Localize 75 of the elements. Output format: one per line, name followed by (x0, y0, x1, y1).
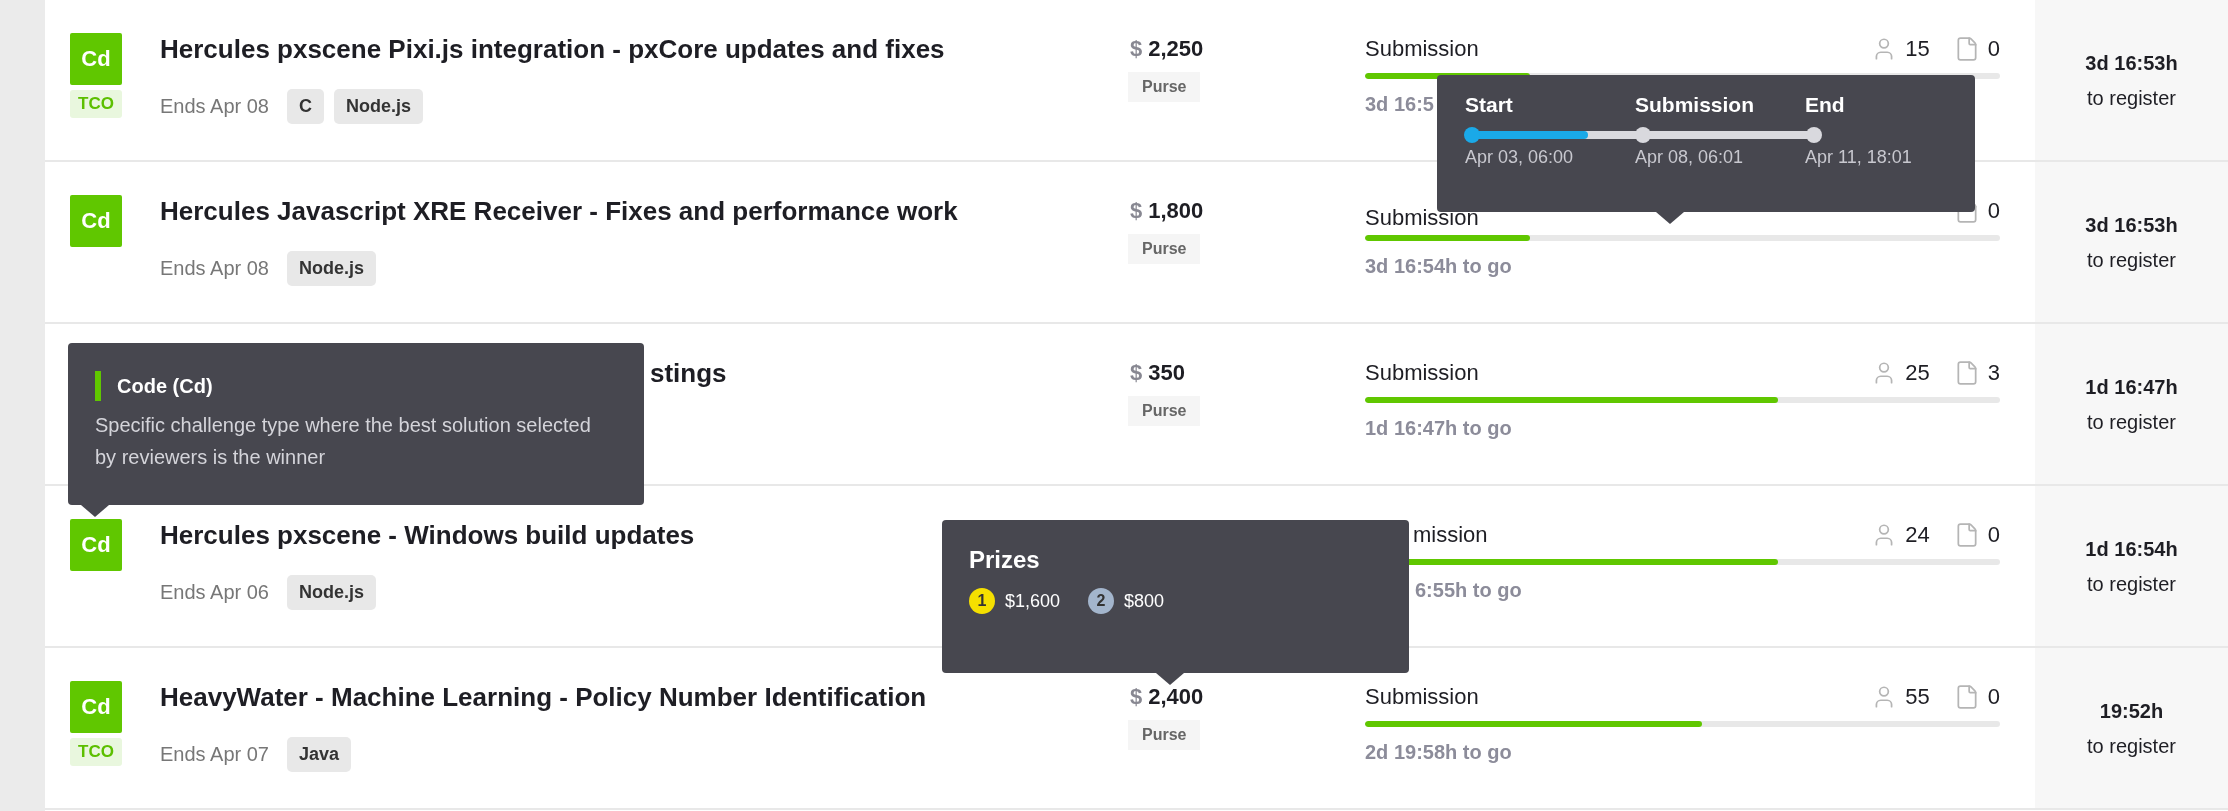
end-date: Ends Apr 08 (160, 257, 269, 280)
type-badge: Cd (70, 681, 122, 733)
registrant-count: 15 (1905, 36, 1930, 62)
currency-sign: $ (1130, 198, 1143, 224)
purse-label: Purse (1128, 234, 1201, 264)
end-date: Ends Apr 06 (160, 581, 269, 604)
registrant-count: 24 (1905, 522, 1930, 548)
tco-badge: TCO (70, 90, 122, 118)
place-badge: 1 (969, 588, 995, 614)
time-left: 3d 16:5 (1365, 93, 1434, 116)
purse-label: Purse (1128, 720, 1201, 750)
submission-count: 0 (1987, 36, 2000, 62)
register-time: 1d 16:47h (2085, 376, 2178, 399)
phase-label: Submission (1365, 684, 1479, 710)
challenge-title[interactable]: Hercules pxscene Pixi.js integration - pxCore updates and fixes (160, 34, 1115, 65)
timeline-date: Apr 03, 06:00 (1465, 147, 1575, 168)
end-date: Ends Apr 07 (160, 743, 269, 766)
timeline-date: Apr 08, 06:01 (1635, 147, 1745, 168)
type-badge: Cd (70, 519, 122, 571)
register-time: 3d 16:53h (2085, 214, 2178, 237)
challenge-title[interactable]: stings (650, 358, 1115, 389)
prize-amount: $800 (1124, 590, 1165, 612)
time-left: 3d 16:54h to go (1365, 255, 1512, 278)
tech-tag[interactable]: C (286, 89, 324, 124)
phase-label: Submission (1365, 204, 1479, 231)
prize-amount: 2,400 (1148, 684, 1204, 710)
tooltip-description: Specific challenge type where the best solution selected by reviewers is the winner (94, 413, 592, 470)
tooltip-title: Prizes (968, 545, 1041, 574)
challenge-title[interactable]: Hercules Javascript XRE Receiver - Fixes and performance work (160, 196, 1115, 227)
prize-amount: 1,800 (1148, 198, 1204, 224)
timeline-label: Start (1465, 92, 1514, 118)
timeline-dot (1464, 127, 1480, 143)
register-label: to register (2087, 573, 2176, 596)
end-date: Ends Apr 08 (160, 95, 269, 118)
phase-label: Submission (1365, 36, 1479, 62)
time-left: 1d 16:47h to go (1365, 417, 1512, 440)
prize-amount: 2,250 (1148, 36, 1204, 62)
tech-tag[interactable]: Node.js (286, 575, 376, 610)
registrant-count: 25 (1905, 360, 1930, 386)
register-label: to register (2087, 735, 2176, 758)
time-left: 2d 19:58h to go (1365, 741, 1512, 764)
currency-sign: $ (1130, 684, 1143, 710)
time-left: 6:55h to go (1414, 579, 1522, 602)
register-label: to register (2087, 87, 2176, 110)
tco-badge: TCO (70, 738, 122, 766)
currency-sign: $ (1130, 360, 1143, 386)
submission-count: 3 (1987, 360, 2000, 386)
challenge-title[interactable]: HeavyWater - Machine Learning - Policy Number Identification (160, 682, 1115, 713)
purse-label: Purse (1128, 396, 1201, 426)
phase-label: Submission (1365, 360, 1479, 386)
timeline-label: Submission (1635, 92, 1756, 118)
register-label: to register (2087, 411, 2176, 434)
prize-amount: $1,600 (1005, 590, 1061, 612)
submission-count: 0 (1987, 198, 2000, 224)
timeline-date: Apr 11, 18:01 (1805, 147, 1913, 168)
tech-tag[interactable]: Java (286, 737, 351, 772)
type-badge: Cd (70, 33, 122, 85)
accent-bar (95, 371, 101, 401)
register-time: 3d 16:53h (2085, 52, 2178, 75)
phase-label: mission (1412, 522, 1488, 548)
register-time: 1d 16:54h (2085, 538, 2178, 561)
place-badge: 2 (1088, 588, 1115, 614)
registrant-count: 55 (1905, 684, 1930, 710)
register-time: 19:52h (2099, 700, 2164, 723)
currency-sign: $ (1130, 36, 1143, 62)
submission-count: 0 (1987, 522, 2000, 548)
type-badge: Cd (70, 195, 122, 247)
tech-tag[interactable]: Node.js (333, 89, 423, 124)
purse-label: Purse (1128, 72, 1201, 102)
tooltip-title: Code (Cd) (117, 374, 213, 398)
tech-tag[interactable]: Node.js (286, 251, 376, 286)
prize-amount: 350 (1148, 360, 1185, 386)
submission-count: 0 (1987, 684, 2000, 710)
register-label: to register (2087, 249, 2176, 272)
timeline-label: End (1805, 92, 1846, 118)
